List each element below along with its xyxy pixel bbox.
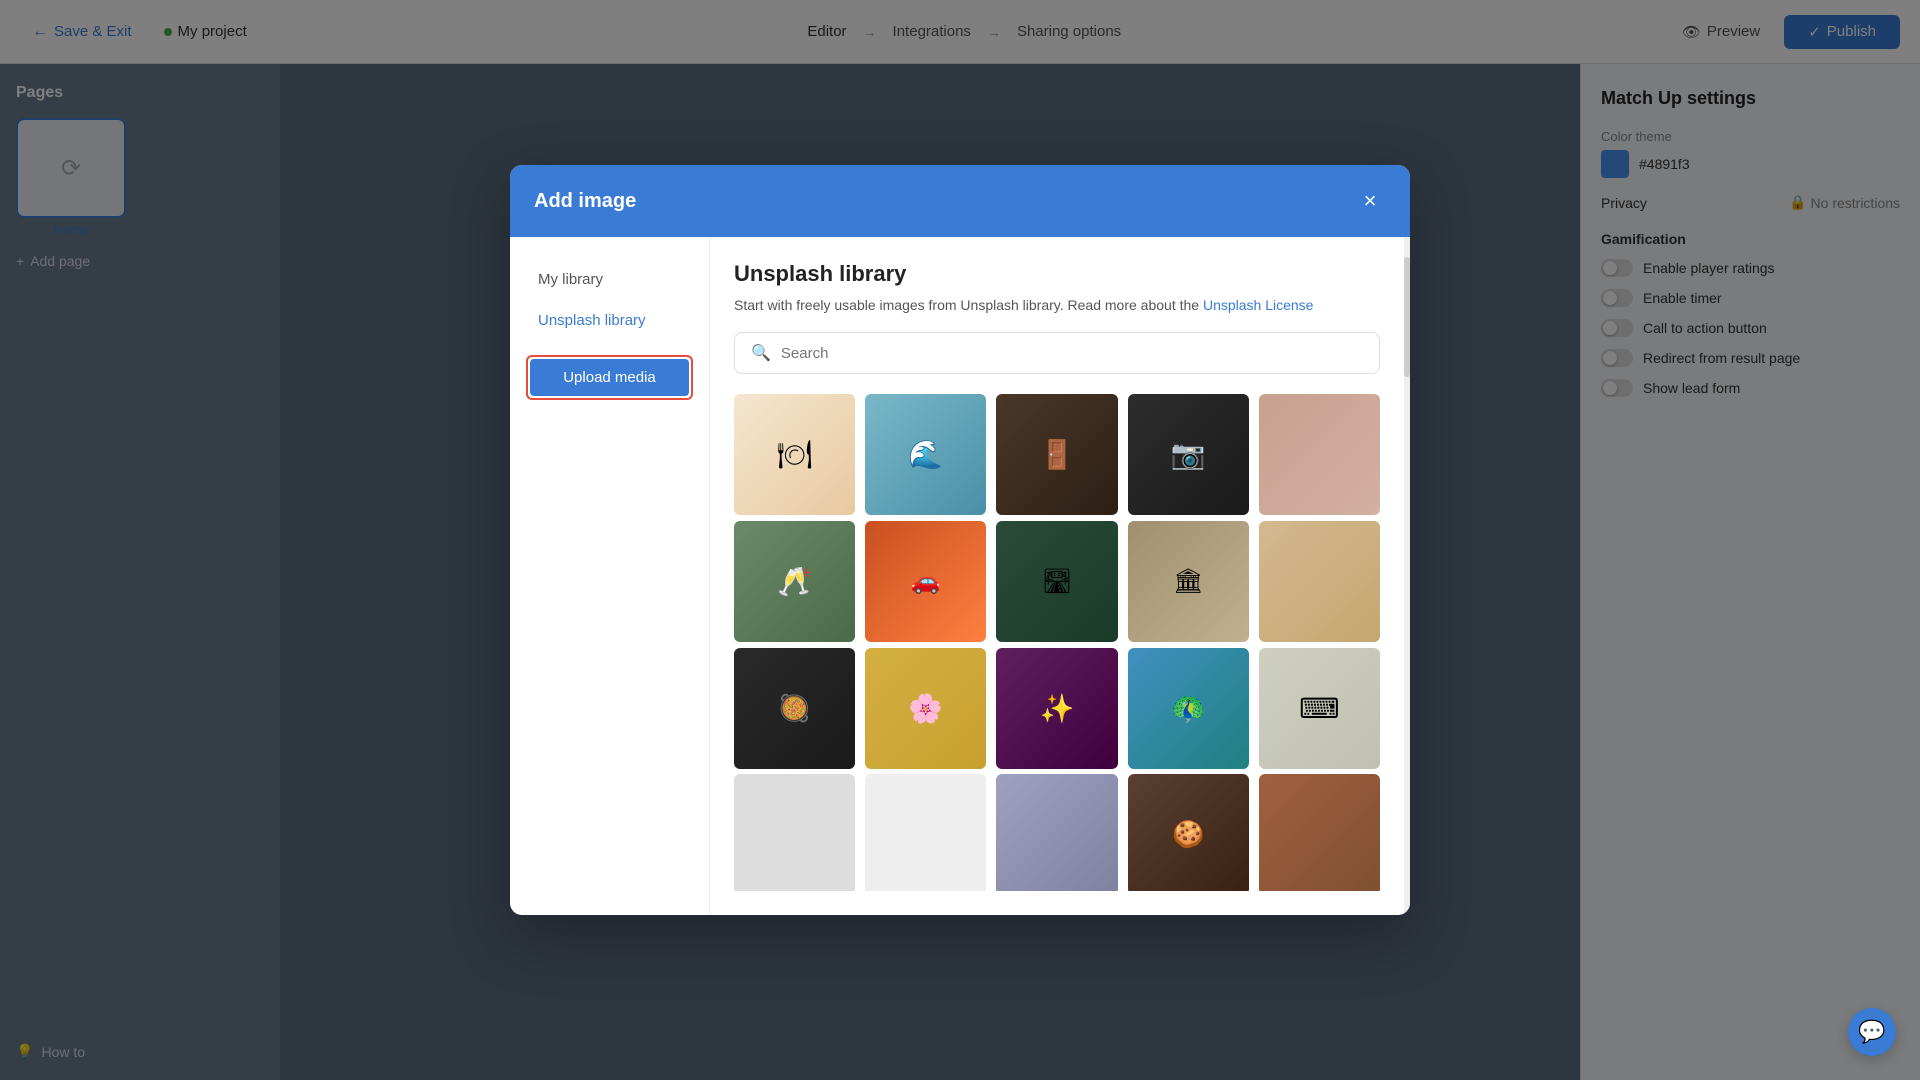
image-cell[interactable] — [1259, 648, 1380, 769]
image-cell[interactable] — [1128, 521, 1249, 642]
chat-button[interactable]: 💬 — [1848, 1008, 1896, 1056]
image-cell[interactable] — [865, 394, 986, 515]
unsplash-description: Start with freely usable images from Uns… — [734, 295, 1380, 316]
image-cell[interactable] — [1259, 394, 1380, 515]
image-cell[interactable] — [996, 648, 1117, 769]
modal-overlay[interactable]: Add image × My library Unsplash library … — [0, 0, 1920, 1080]
image-cell[interactable] — [734, 521, 855, 642]
upload-button-wrapper: Upload media — [526, 355, 693, 400]
modal-header: Add image × — [510, 165, 1410, 237]
modal-title: Add image — [534, 190, 636, 213]
chat-icon: 💬 — [1858, 1019, 1885, 1045]
image-grid — [734, 394, 1380, 891]
modal-close-button[interactable]: × — [1354, 185, 1386, 217]
modal-main-content: Unsplash library Start with freely usabl… — [710, 237, 1404, 915]
nav-my-library[interactable]: My library — [526, 261, 693, 298]
unsplash-title: Unsplash library — [734, 261, 1380, 287]
image-cell[interactable] — [1128, 774, 1249, 891]
search-icon: 🔍 — [751, 343, 771, 363]
image-cell[interactable] — [734, 394, 855, 515]
unsplash-license-link[interactable]: Unsplash License — [1203, 297, 1314, 313]
modal-body: My library Unsplash library Upload media… — [510, 237, 1410, 915]
add-image-modal: Add image × My library Unsplash library … — [510, 165, 1410, 915]
image-cell[interactable] — [865, 774, 986, 891]
modal-scrollbar[interactable] — [1404, 237, 1410, 915]
search-input[interactable] — [781, 345, 1363, 362]
modal-sidebar: My library Unsplash library Upload media — [510, 237, 710, 915]
image-cell[interactable] — [1128, 394, 1249, 515]
scrollbar-thumb — [1404, 257, 1410, 377]
image-cell[interactable] — [1128, 648, 1249, 769]
image-cell[interactable] — [1259, 774, 1380, 891]
image-cell[interactable] — [996, 774, 1117, 891]
upload-media-button[interactable]: Upload media — [530, 359, 689, 396]
image-cell[interactable] — [734, 648, 855, 769]
search-box: 🔍 — [734, 332, 1380, 374]
image-cell[interactable] — [734, 774, 855, 891]
image-cell[interactable] — [1259, 521, 1380, 642]
image-cell[interactable] — [996, 521, 1117, 642]
image-cell[interactable] — [865, 521, 986, 642]
image-cell[interactable] — [996, 394, 1117, 515]
image-cell[interactable] — [865, 648, 986, 769]
nav-unsplash-library[interactable]: Unsplash library — [526, 302, 693, 339]
